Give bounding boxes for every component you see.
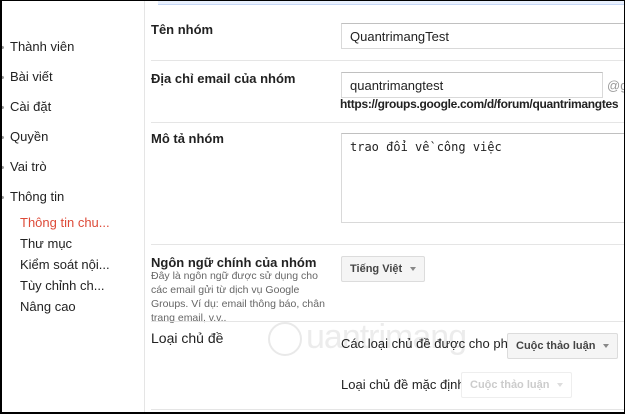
sidebar-subitem-content-control[interactable]: Kiểm soát nội...: [20, 257, 110, 272]
sidebar-subitem-advanced[interactable]: Nâng cao: [20, 299, 76, 314]
group-description-label: Mô tả nhóm: [151, 131, 224, 146]
group-name-label: Tên nhóm: [151, 22, 214, 37]
allowed-topic-types-dropdown[interactable]: Cuộc thảo luận: [507, 333, 619, 359]
default-topic-type-label: Loại chủ đề mặc định: [341, 377, 465, 392]
default-topic-value: Cuộc thảo luận: [470, 379, 550, 391]
sidebar-item-info[interactable]: Thông tin: [0, 189, 64, 204]
group-description-textarea[interactable]: trao đổi về công việc: [341, 133, 625, 223]
allowed-topic-types-label: Các loại chủ đề được cho phép: [341, 336, 523, 351]
caret-down-icon: [557, 383, 564, 387]
group-email-input[interactable]: quantrimangtest: [341, 72, 603, 98]
lightbulb-icon: [268, 322, 302, 357]
sidebar-item-posts[interactable]: Bài viết: [1, 69, 53, 84]
divider: [151, 60, 625, 61]
group-email-label: Địa chỉ email của nhóm: [151, 71, 296, 86]
divider: [151, 122, 625, 123]
caret-down-icon: [410, 267, 417, 271]
primary-language-description: Đây là ngôn ngữ được sử dụng cho các ema…: [151, 270, 325, 324]
sidebar-item-permissions[interactable]: Quyền: [0, 129, 48, 144]
language-value: Tiếng Việt: [350, 263, 403, 275]
divider: [151, 409, 625, 410]
primary-language-label: Ngôn ngữ chính của nhóm: [151, 255, 317, 270]
sidebar-subitem-general-info[interactable]: Thông tin chu...: [20, 215, 110, 230]
email-domain: @g: [607, 78, 625, 93]
divider: [151, 244, 625, 245]
language-dropdown[interactable]: Tiếng Việt: [341, 256, 426, 282]
allowed-topic-value: Cuộc thảo luận: [516, 340, 596, 352]
topic-type-label: Loại chủ đề: [151, 330, 224, 346]
default-topic-type-dropdown[interactable]: Cuộc thảo luận: [461, 372, 573, 398]
sidebar-subitem-customize[interactable]: Tùy chỉnh ch...: [20, 278, 105, 293]
sidebar-item-settings[interactable]: Cài đặt: [0, 99, 51, 114]
sidebar-subitem-directory[interactable]: Thư mục: [20, 236, 72, 251]
caret-down-icon: [603, 344, 610, 348]
sidebar-item-roles[interactable]: Vai trò: [1, 159, 47, 174]
sidebar-item-members[interactable]: Thành viên: [0, 39, 74, 54]
top-bar: [158, 0, 625, 5]
group-url: https://groups.google.com/d/forum/quantr…: [340, 97, 619, 111]
sidebar-divider: [144, 0, 145, 414]
group-name-input[interactable]: QuantrimangTest: [341, 23, 625, 49]
